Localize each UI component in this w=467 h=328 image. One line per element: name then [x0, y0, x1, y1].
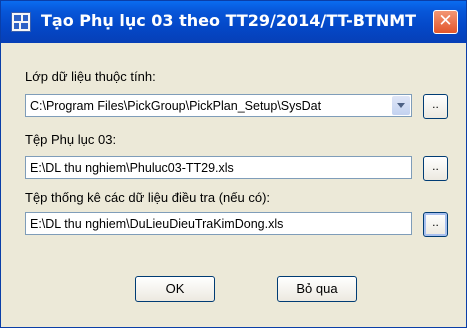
layer-combobox-value: C:\Program Files\PickGroup\PickPlan_Setu… [30, 99, 322, 113]
survey-label: Tệp thống kê các dữ liệu điều tra (nếu c… [25, 190, 271, 205]
app-icon [11, 12, 31, 32]
ok-button[interactable]: OK [135, 276, 215, 302]
cancel-button[interactable]: Bỏ qua [277, 276, 357, 302]
layer-label: Lớp dữ liệu thuộc tính: [25, 69, 156, 84]
window-title: Tạo Phụ lục 03 theo TT29/2014/TT-BTNMT [41, 11, 417, 30]
dialog-window: Tạo Phụ lục 03 theo TT29/2014/TT-BTNMT ✕… [0, 0, 467, 328]
layer-combobox[interactable]: C:\Program Files\PickGroup\PickPlan_Setu… [25, 94, 412, 117]
browse-layer-button[interactable]: .. [423, 94, 448, 119]
browse-appendix-button[interactable]: .. [423, 156, 448, 181]
title-bar[interactable]: Tạo Phụ lục 03 theo TT29/2014/TT-BTNMT ✕ [1, 1, 466, 43]
appendix-file-input[interactable]: E:\DL thu nghiem\Phuluc03-TT29.xls [25, 156, 412, 179]
survey-file-input[interactable]: E:\DL thu nghiem\DuLieuDieuTraKimDong.xl… [25, 212, 412, 235]
browse-survey-button[interactable]: .. [423, 212, 448, 237]
close-button[interactable]: ✕ [433, 10, 458, 34]
appendix-label: Tệp Phụ lục 03: [25, 132, 117, 147]
chevron-down-icon[interactable] [392, 96, 410, 115]
